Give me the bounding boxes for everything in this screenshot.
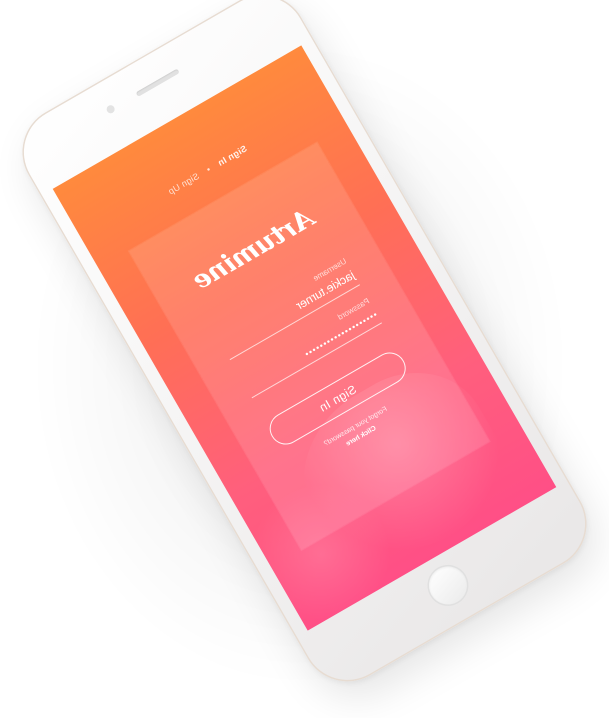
tab-sign-up[interactable]: Sign Up — [166, 171, 201, 197]
earpiece-speaker — [135, 68, 180, 98]
front-camera-icon — [104, 104, 116, 115]
home-button[interactable] — [421, 559, 474, 612]
tab-sign-in[interactable]: Sign In — [216, 143, 249, 168]
tab-separator: • — [204, 164, 213, 175]
mockup-stage: Sign In • Sign Up Artumine Username jack… — [0, 0, 609, 718]
